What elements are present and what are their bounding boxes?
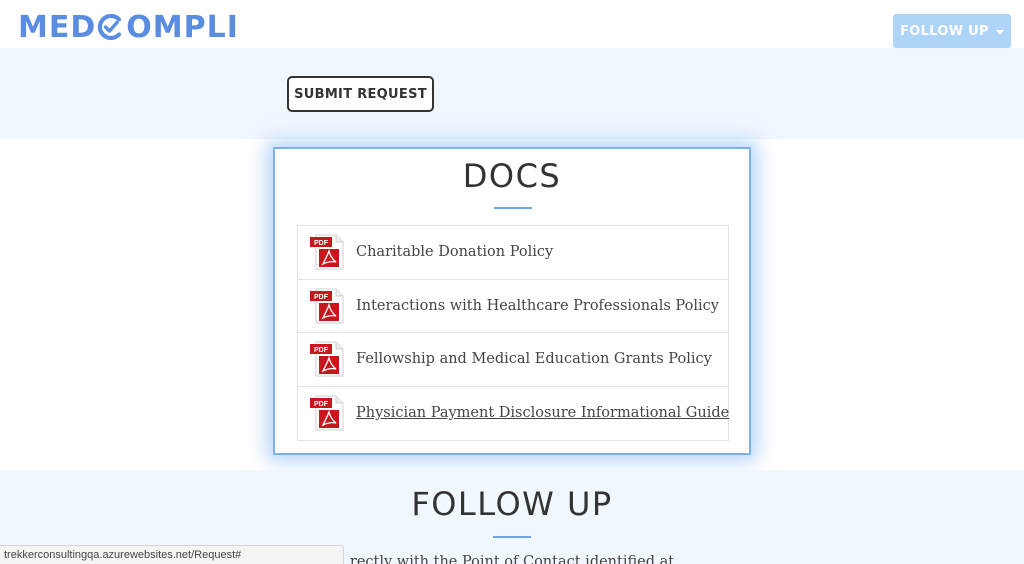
- pdf-icon: PDF: [310, 341, 344, 377]
- doc-item-fellowship-grants[interactable]: PDF Fellowship and Medical Education Gra…: [298, 333, 728, 387]
- follow-up-underline: [493, 536, 531, 538]
- svg-text:PDF: PDF: [314, 347, 329, 354]
- submit-request-button[interactable]: SUBMIT REQUEST: [287, 76, 434, 112]
- doc-item-label: Charitable Donation Policy: [356, 244, 554, 261]
- caret-down-icon: [995, 29, 1004, 35]
- svg-text:PDF: PDF: [314, 240, 329, 247]
- doc-item-physician-payment[interactable]: PDF Physician Payment Disclosure Informa…: [298, 387, 730, 441]
- follow-up-dropdown-button[interactable]: FOLLOW UP: [893, 14, 1011, 48]
- follow-up-button-label: FOLLOW UP: [900, 23, 989, 39]
- top-navbar: MED OMPLI FOLLOW UP: [0, 0, 1024, 48]
- doc-list: PDF Charitable Donation Policy PDF Inter…: [297, 225, 729, 441]
- title-underline: [494, 207, 532, 209]
- browser-status-bar: trekkerconsultingqa.azurewebsites.net/Re…: [0, 545, 344, 564]
- svg-text:PDF: PDF: [314, 294, 329, 301]
- pdf-icon: PDF: [310, 395, 344, 431]
- pdf-icon: PDF: [310, 234, 344, 270]
- doc-item-label: Physician Payment Disclosure Information…: [356, 405, 730, 422]
- svg-text:PDF: PDF: [314, 401, 329, 408]
- follow-up-heading: FOLLOW UP: [411, 485, 613, 523]
- doc-item-label: Interactions with Healthcare Professiona…: [356, 297, 719, 314]
- doc-item-healthcare-professionals[interactable]: PDF Interactions with Healthcare Profess…: [298, 280, 728, 333]
- logo-text-med: MED: [18, 9, 97, 45]
- docs-card: DOCS PDF Charitable Donation Policy PDF …: [273, 147, 751, 455]
- doc-item-label: Fellowship and Medical Education Grants …: [356, 351, 712, 368]
- request-section: [0, 48, 1024, 139]
- doc-item-charitable-donation[interactable]: PDF Charitable Donation Policy: [298, 226, 728, 280]
- docs-title: DOCS: [462, 157, 562, 195]
- c-checkmark-icon: [97, 13, 125, 41]
- logo-text-ompli: OMPLI: [126, 9, 239, 45]
- medcompli-logo[interactable]: MED OMPLI: [18, 9, 239, 45]
- pdf-icon: PDF: [310, 288, 344, 324]
